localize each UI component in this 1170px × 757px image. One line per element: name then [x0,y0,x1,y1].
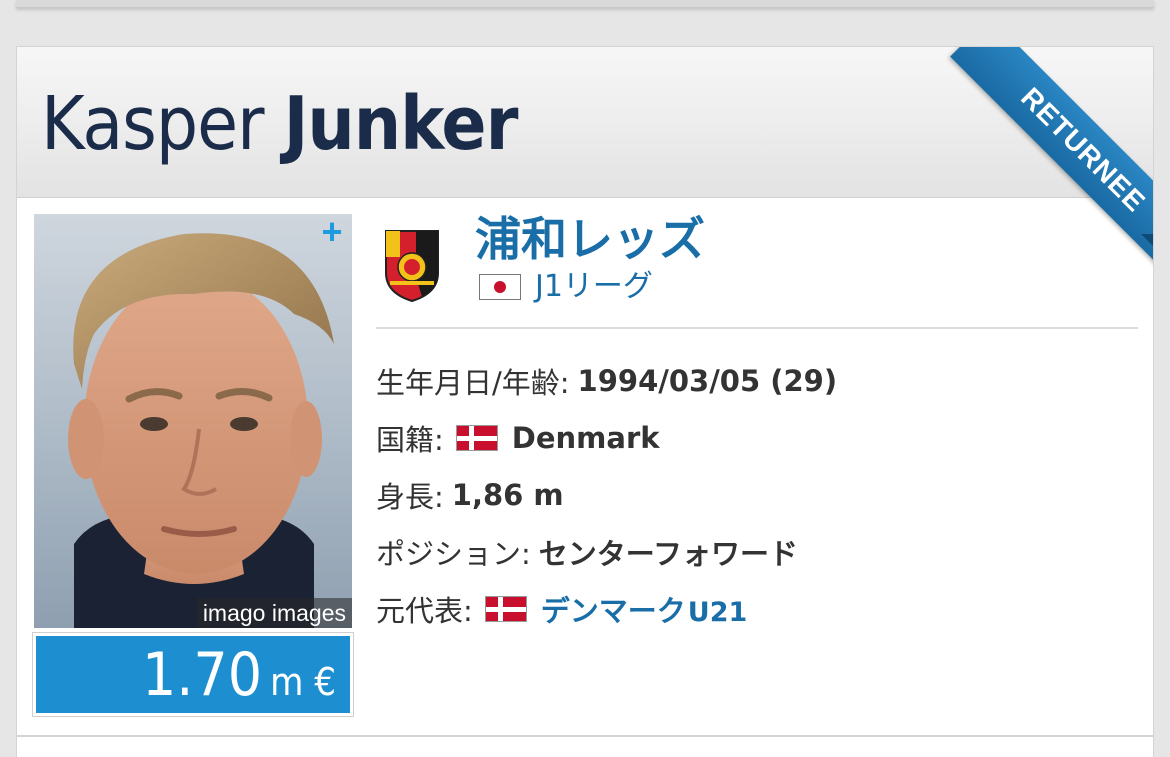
next-card [16,736,1154,757]
divider [376,327,1138,329]
info-row-nationality: 国籍: Denmark [376,409,1136,466]
player-portrait-illustration [68,233,334,628]
market-value: 1.70 m € [36,636,350,713]
position-value: センターフォワード [538,536,799,571]
player-photo[interactable]: + imago images [34,214,352,628]
top-bar [16,0,1154,8]
player-header-card: Kasper Junker RETURNEE + imago images 1.… [16,46,1154,736]
dob-label: 生年月日/年齢: [376,365,570,400]
national-team-suffix: U21 [687,596,748,628]
market-value-amount: 1.70 [141,640,263,710]
league-name: J1リーグ [535,269,653,304]
player-name: Kasper Junker [41,81,519,167]
info-row-dob: 生年月日/年齢: 1994/03/05 (29) [376,352,1136,409]
returnee-badge: RETURNEE [950,47,1153,277]
nationality-value: Denmark [511,420,660,455]
denmark-flag-icon [484,595,527,622]
player-info-list: 生年月日/年齢: 1994/03/05 (29) 国籍: Denmark 身長:… [376,352,1136,637]
club-name-link[interactable]: 浦和レッズ [475,209,705,269]
national-team-label: 元代表: [376,593,473,628]
position-label: ポジション: [376,536,531,571]
denmark-flag-icon [455,424,498,451]
japan-flag-icon [479,274,521,300]
info-row-height: 身長: 1,86 m [376,466,1136,523]
league-link[interactable]: J1リーグ [479,269,653,305]
player-last-name: Junker [283,81,519,167]
info-row-national-team: 元代表: デンマークU21 [376,580,1136,637]
ribbon-fold [1141,234,1153,246]
club-crest-icon[interactable] [382,227,442,303]
photo-expand-icon[interactable]: + [318,214,346,250]
height-label: 身長: [376,479,444,514]
info-row-position: ポジション: センターフォワード [376,523,1136,580]
national-team-link[interactable]: デンマークU21 [541,588,748,630]
national-team-name: デンマーク [540,593,686,628]
market-value-unit: m € [270,660,336,704]
dob-value: 1994/03/05 (29) [577,363,838,398]
photo-credit: imago images [196,598,352,628]
height-value: 1,86 m [451,477,564,512]
market-value-box[interactable]: 1.70 m € [32,632,354,717]
returnee-ribbon: RETURNEE [923,47,1153,277]
player-first-name: Kasper [41,81,264,167]
nationality-label: 国籍: [376,422,444,457]
